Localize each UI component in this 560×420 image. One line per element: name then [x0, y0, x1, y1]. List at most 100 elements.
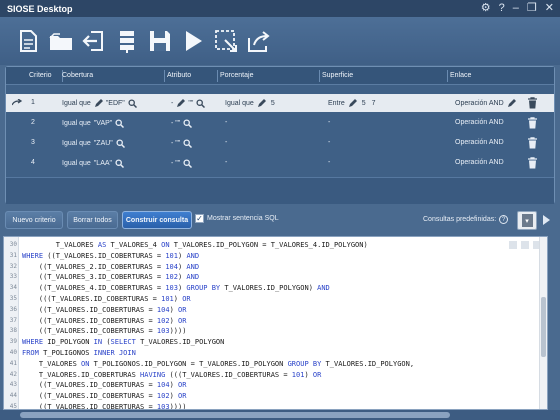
code-line: 43 ((T_VALORES.ID_COBERTURAS = 104) OR	[4, 380, 547, 391]
trash-icon[interactable]	[527, 137, 538, 149]
header-superficie[interactable]: Superficie	[322, 72, 353, 79]
search-icon[interactable]	[116, 139, 125, 148]
header-porcentaje[interactable]: Porcentaje	[220, 72, 253, 79]
superficie-max[interactable]: 7	[372, 100, 376, 107]
code-text: ((T_VALORES_2.ID_COBERTURAS = 104) AND	[22, 262, 200, 271]
cobertura-operator[interactable]: Igual que	[62, 160, 91, 167]
help-icon[interactable]: ?	[499, 1, 505, 16]
open-folder-icon	[49, 33, 72, 50]
pencil-icon[interactable]	[257, 99, 266, 108]
line-number: 44	[9, 392, 17, 400]
enlace-value[interactable]: Operación AND	[455, 119, 504, 126]
show-sql-checkbox[interactable]: ✓ Mostrar sentencia SQL	[195, 214, 279, 223]
criterio-number: 3	[31, 139, 35, 146]
criteria-row[interactable]: 1 Igual que "EDF" - "" Igual que 5 Entre…	[6, 94, 554, 112]
superficie-min[interactable]: 5	[362, 100, 366, 107]
build-query-button[interactable]: Construir consulta	[122, 211, 192, 229]
header-enlace[interactable]: Enlace	[450, 72, 471, 79]
import-button[interactable]	[80, 27, 108, 55]
pencil-icon[interactable]	[176, 99, 186, 108]
scroll-thumb[interactable]	[20, 412, 450, 418]
atributo-value[interactable]: - ""	[171, 140, 180, 147]
enlace-value[interactable]: Operación AND	[455, 100, 504, 107]
search-icon[interactable]	[183, 119, 193, 128]
settings-icon[interactable]: ⚙	[481, 1, 491, 16]
pencil-icon[interactable]	[94, 99, 103, 108]
search-icon[interactable]	[115, 119, 125, 128]
line-number: 33	[9, 273, 17, 281]
new-criterion-button[interactable]: Nuevo criterio	[5, 211, 63, 229]
superficie-value[interactable]: -	[328, 159, 330, 166]
code-text: ((T_VALORES.ID_COBERTURAS = 103))))	[22, 402, 187, 410]
database-icon	[120, 31, 134, 53]
close-icon[interactable]: ✕	[545, 1, 554, 16]
superficie-value[interactable]: -	[328, 139, 330, 146]
search-icon[interactable]	[128, 99, 137, 108]
help-icon[interactable]: ?	[499, 215, 509, 224]
scroll-thumb[interactable]	[541, 297, 546, 357]
restore-icon[interactable]: ❐	[527, 1, 537, 16]
code-line: 35 (((T_VALORES.ID_COBERTURAS = 101) OR	[4, 294, 547, 305]
header-cobertura[interactable]: Cobertura	[62, 72, 93, 79]
search-icon[interactable]	[183, 139, 193, 148]
code-text: WHERE ((T_VALORES.ID_COBERTURAS = 101) A…	[22, 251, 200, 260]
porcentaje-value[interactable]: -	[225, 159, 227, 166]
porcentaje-value[interactable]: -	[225, 119, 227, 126]
atributo-value[interactable]: - ""	[171, 120, 180, 127]
search-icon[interactable]	[196, 99, 206, 108]
line-number: 42	[9, 370, 17, 378]
cobertura-operator[interactable]: Igual que	[62, 120, 91, 127]
porcentaje-operator[interactable]: Igual que	[225, 100, 254, 107]
pencil-icon[interactable]	[348, 99, 357, 108]
editor-tool-icon[interactable]	[509, 241, 517, 249]
save-button[interactable]	[146, 27, 174, 55]
clear-all-button[interactable]: Borrar todos	[67, 211, 118, 229]
superficie-operator[interactable]: Entre	[328, 100, 345, 107]
pencil-icon[interactable]	[507, 99, 516, 108]
code-text: T_VALORES.ID_COBERTURAS HAVING (((T_VALO…	[38, 370, 322, 379]
trash-icon[interactable]	[527, 117, 538, 129]
editor-tool-icon[interactable]	[521, 241, 529, 249]
enlace-value[interactable]: Operación AND	[455, 139, 504, 146]
enlace-value[interactable]: Operación AND	[455, 159, 504, 166]
trash-icon[interactable]	[527, 157, 538, 169]
edit-button[interactable]	[212, 27, 240, 55]
header-criterio[interactable]: Criterio	[29, 72, 52, 79]
criteria-row[interactable]: 2 Igual que "VAP" - "" - - Operación AND	[6, 114, 554, 132]
title-bar: SIOSE Desktop ⚙ ? – ❐ ✕	[0, 0, 560, 17]
sql-editor[interactable]: 30 T_VALORES AS T_VALORES_4 ON T_VALORES…	[3, 236, 548, 410]
code-text: T_VALORES ON T_POLIGONOS.ID_POLYGON = T_…	[38, 359, 415, 368]
code-line: 41 T_VALORES ON T_POLIGONOS.ID_POLYGON =…	[4, 359, 547, 370]
checkbox-check-icon[interactable]: ✓	[195, 214, 204, 223]
criterio-number: 1	[31, 99, 35, 106]
edit-icon	[215, 30, 237, 52]
criteria-row[interactable]: 4 Igual que "LAA" - "" - - Operación AND	[6, 154, 554, 172]
vertical-scrollbar[interactable]	[539, 237, 547, 409]
cobertura-operator[interactable]: Igual que	[62, 100, 91, 107]
code-text: (((T_VALORES.ID_COBERTURAS = 101) OR	[22, 294, 191, 303]
trash-icon[interactable]	[527, 97, 538, 109]
run-query-icon[interactable]	[543, 215, 550, 225]
line-number: 35	[9, 294, 17, 302]
atributo-value[interactable]: - ""	[171, 160, 180, 167]
porcentaje-value[interactable]: -	[225, 139, 227, 146]
minimize-icon[interactable]: –	[513, 1, 519, 16]
open-folder-button[interactable]	[47, 27, 75, 55]
porcentaje-value[interactable]: 5	[271, 100, 275, 107]
code-line: 44 ((T_VALORES.ID_COBERTURAS = 102) OR	[4, 391, 547, 402]
search-icon[interactable]	[183, 159, 193, 168]
database-button[interactable]	[113, 27, 141, 55]
line-number: 32	[9, 262, 17, 270]
export-button[interactable]	[245, 27, 273, 55]
new-document-button[interactable]	[14, 27, 42, 55]
search-icon[interactable]	[115, 159, 125, 168]
criteria-row[interactable]: 3 Igual que "ZAU" - "" - - Operación AND	[6, 134, 554, 152]
run-button[interactable]	[179, 27, 207, 55]
header-atributo[interactable]: Atributo	[167, 72, 191, 79]
predefined-queries-dropdown[interactable]: ▾	[517, 211, 537, 230]
horizontal-scrollbar[interactable]	[0, 410, 560, 420]
superficie-value[interactable]: -	[328, 119, 330, 126]
code-line: 33 ((T_VALORES_3.ID_COBERTURAS = 102) AN…	[4, 272, 547, 283]
code-line: 30 T_VALORES AS T_VALORES_4 ON T_VALORES…	[4, 240, 547, 251]
cobertura-operator[interactable]: Igual que	[62, 140, 91, 147]
